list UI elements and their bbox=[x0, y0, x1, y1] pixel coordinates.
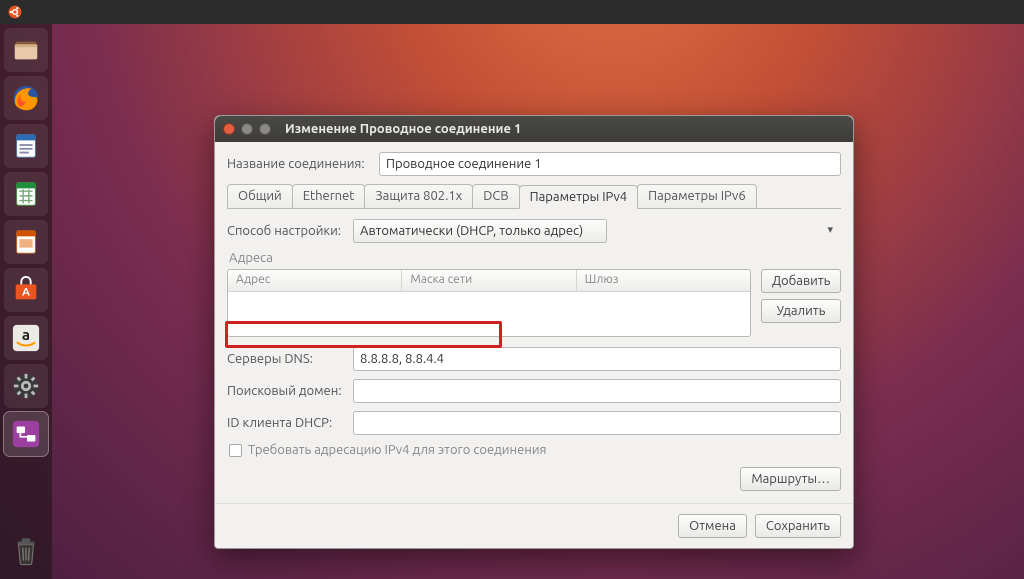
search-domain-input[interactable] bbox=[353, 379, 841, 403]
addresses-section-label: Адреса bbox=[229, 251, 841, 265]
software-center-icon: A bbox=[11, 275, 41, 305]
col-gateway: Шлюз bbox=[577, 270, 750, 291]
routes-button[interactable]: Маршруты… bbox=[740, 467, 841, 491]
firefox-icon bbox=[11, 83, 41, 113]
top-panel bbox=[0, 0, 1024, 24]
search-domain-label: Поисковый домен: bbox=[227, 384, 345, 398]
desktop: A a Изменение Проводное соединение 1 Наз… bbox=[0, 0, 1024, 579]
launcher-item-amazon[interactable]: a bbox=[4, 316, 48, 360]
tab-general[interactable]: Общий bbox=[227, 184, 293, 208]
dialog-body: Название соединения: Общий Ethernet Защи… bbox=[215, 142, 853, 503]
window-maximize-button[interactable] bbox=[259, 123, 271, 135]
dns-servers-input[interactable] bbox=[353, 347, 841, 371]
launcher-item-software-center[interactable]: A bbox=[4, 268, 48, 312]
addresses-table-header: Адрес Маска сети Шлюз bbox=[228, 270, 750, 292]
calc-icon bbox=[11, 179, 41, 209]
impress-icon bbox=[11, 227, 41, 257]
launcher-item-calc[interactable] bbox=[4, 172, 48, 216]
tab-ipv4[interactable]: Параметры IPv4 bbox=[519, 185, 639, 209]
addresses-table[interactable]: Адрес Маска сети Шлюз bbox=[227, 269, 751, 337]
dhcp-client-id-input[interactable] bbox=[353, 411, 841, 435]
network-connection-editor-dialog: Изменение Проводное соединение 1 Названи… bbox=[214, 115, 854, 549]
method-label: Способ настройки: bbox=[227, 224, 345, 238]
col-netmask: Маска сети bbox=[402, 270, 576, 291]
window-close-button[interactable] bbox=[223, 123, 235, 135]
tab-dcb[interactable]: DCB bbox=[472, 184, 519, 208]
network-manager-icon bbox=[11, 419, 41, 449]
ubuntu-logo-icon bbox=[8, 5, 22, 19]
address-add-button[interactable]: Добавить bbox=[761, 269, 841, 293]
launcher-item-firefox[interactable] bbox=[4, 76, 48, 120]
method-select-wrap: Автоматически (DHCP, только адрес) bbox=[353, 219, 841, 243]
launcher-item-impress[interactable] bbox=[4, 220, 48, 264]
trash-icon bbox=[9, 534, 43, 568]
launcher-item-trash[interactable] bbox=[4, 529, 48, 573]
files-icon bbox=[11, 35, 41, 65]
window-minimize-button[interactable] bbox=[241, 123, 253, 135]
svg-text:a: a bbox=[22, 326, 30, 343]
dialog-footer: Отмена Сохранить bbox=[215, 503, 853, 548]
dns-label: Серверы DNS: bbox=[227, 352, 345, 366]
launcher-item-network-manager[interactable] bbox=[4, 412, 48, 456]
col-address: Адрес bbox=[228, 270, 402, 291]
settings-icon bbox=[11, 371, 41, 401]
unity-launcher: A a bbox=[0, 24, 52, 579]
method-select[interactable]: Автоматически (DHCP, только адрес) bbox=[353, 219, 607, 243]
dialog-titlebar[interactable]: Изменение Проводное соединение 1 bbox=[215, 116, 853, 142]
dialog-title: Изменение Проводное соединение 1 bbox=[285, 122, 521, 136]
address-delete-button[interactable]: Удалить bbox=[761, 299, 841, 323]
amazon-icon: a bbox=[11, 323, 41, 353]
launcher-item-files[interactable] bbox=[4, 28, 48, 72]
tab-ethernet[interactable]: Ethernet bbox=[292, 184, 366, 208]
require-ipv4-checkbox[interactable] bbox=[229, 444, 242, 457]
dhcp-client-id-label: ID клиента DHCP: bbox=[227, 416, 345, 430]
tabs: Общий Ethernet Защита 802.1x DCB Парамет… bbox=[227, 184, 841, 209]
writer-icon bbox=[11, 131, 41, 161]
launcher-item-settings[interactable] bbox=[4, 364, 48, 408]
svg-text:A: A bbox=[22, 287, 30, 299]
tab-ipv6[interactable]: Параметры IPv6 bbox=[637, 184, 757, 208]
save-button[interactable]: Сохранить bbox=[755, 514, 841, 538]
require-ipv4-label: Требовать адресацию IPv4 для этого соеди… bbox=[248, 443, 547, 457]
tab-8021x[interactable]: Защита 802.1x bbox=[364, 184, 473, 208]
launcher-item-writer[interactable] bbox=[4, 124, 48, 168]
connection-name-label: Название соединения: bbox=[227, 157, 371, 171]
connection-name-input[interactable] bbox=[379, 152, 841, 176]
cancel-button[interactable]: Отмена bbox=[678, 514, 747, 538]
